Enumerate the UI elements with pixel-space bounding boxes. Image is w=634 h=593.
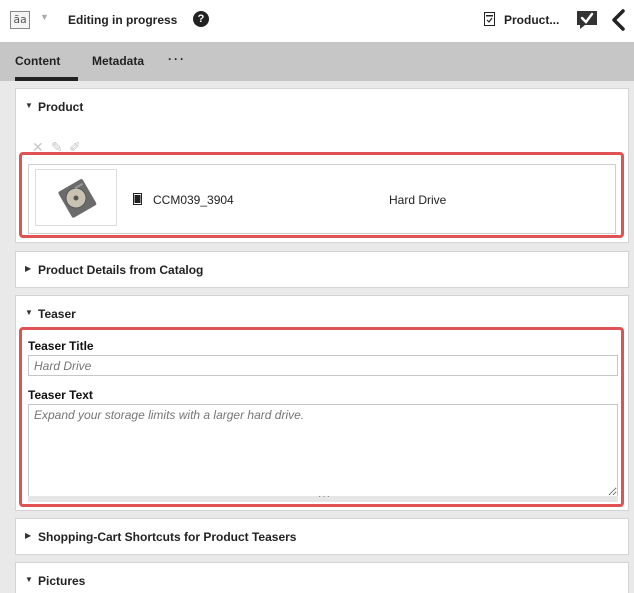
hard-drive-image xyxy=(35,169,117,226)
open-icon[interactable]: ✐ xyxy=(69,139,81,156)
resize-handle-icon[interactable]: ··· xyxy=(318,491,331,502)
teaser-panel: ▼ Teaser Teaser Title Teaser Text ··· xyxy=(15,295,629,511)
teaser-panel-title: Teaser xyxy=(38,307,76,321)
product-details-panel-header[interactable]: ▶ Product Details from Catalog xyxy=(16,252,628,286)
product-title[interactable]: Product... xyxy=(504,13,559,27)
chevron-left-icon[interactable] xyxy=(610,9,626,31)
editing-status: Editing in progress xyxy=(68,13,178,27)
teaser-text-input[interactable] xyxy=(28,404,618,497)
expanded-triangle-icon[interactable]: ▼ xyxy=(25,308,33,317)
collapsed-triangle-icon[interactable]: ▶ xyxy=(25,531,31,540)
pictures-panel-title: Pictures xyxy=(38,574,86,588)
textarea-resize-bar[interactable]: ··· xyxy=(28,491,618,502)
editor-header: āa ▼ Editing in progress ? Product... xyxy=(0,0,634,42)
article-content-icon[interactable]: āa xyxy=(10,11,30,29)
teaser-title-input[interactable] xyxy=(28,355,618,376)
product-panel-header[interactable]: ▼ Product xyxy=(16,89,628,123)
caret-down-icon[interactable]: ▼ xyxy=(40,12,49,22)
active-tab-indicator xyxy=(15,77,78,81)
shopping-cart-panel: ▶ Shopping-Cart Shortcuts for Product Te… xyxy=(15,518,629,555)
help-icon[interactable]: ? xyxy=(193,11,209,27)
teaser-panel-header[interactable]: ▼ Teaser xyxy=(16,296,628,330)
product-name: Hard Drive xyxy=(389,193,447,207)
collapsed-triangle-icon[interactable]: ▶ xyxy=(25,264,31,273)
tab-content[interactable]: Content xyxy=(15,54,60,68)
tab-metadata[interactable]: Metadata xyxy=(92,54,144,68)
product-details-panel: ▶ Product Details from Catalog xyxy=(15,251,629,288)
form-tabs: Content Metadata ··· xyxy=(0,42,634,81)
approve-check-icon[interactable] xyxy=(576,9,598,31)
pictures-panel-header[interactable]: ▼ Pictures xyxy=(16,563,628,593)
edit-icon[interactable]: ✎ xyxy=(51,139,63,156)
product-panel-title: Product xyxy=(38,100,84,114)
product-id: CCM039_3904 xyxy=(153,193,234,207)
expanded-triangle-icon[interactable]: ▼ xyxy=(25,575,33,584)
expanded-triangle-icon[interactable]: ▼ xyxy=(25,101,33,110)
hard-drive-thumbnail xyxy=(58,179,97,218)
remove-icon[interactable]: ✕ xyxy=(32,139,44,156)
linked-product-row[interactable]: CCM039_3904 Hard Drive xyxy=(28,164,616,234)
teaser-title-label: Teaser Title xyxy=(28,339,94,353)
tab-more-menu[interactable]: ··· xyxy=(168,52,186,66)
teaser-text-label: Teaser Text xyxy=(28,388,93,402)
product-icon xyxy=(484,12,495,26)
product-details-panel-title: Product Details from Catalog xyxy=(38,263,204,277)
product-icon xyxy=(133,193,142,205)
shopping-cart-panel-header[interactable]: ▶ Shopping-Cart Shortcuts for Product Te… xyxy=(16,519,628,553)
product-panel: ▼ Product ✕ ✎ ✐ CCM039_3904 Hard Drive xyxy=(15,88,629,243)
pictures-panel: ▼ Pictures xyxy=(15,562,629,593)
shopping-cart-panel-title: Shopping-Cart Shortcuts for Product Teas… xyxy=(38,530,297,544)
